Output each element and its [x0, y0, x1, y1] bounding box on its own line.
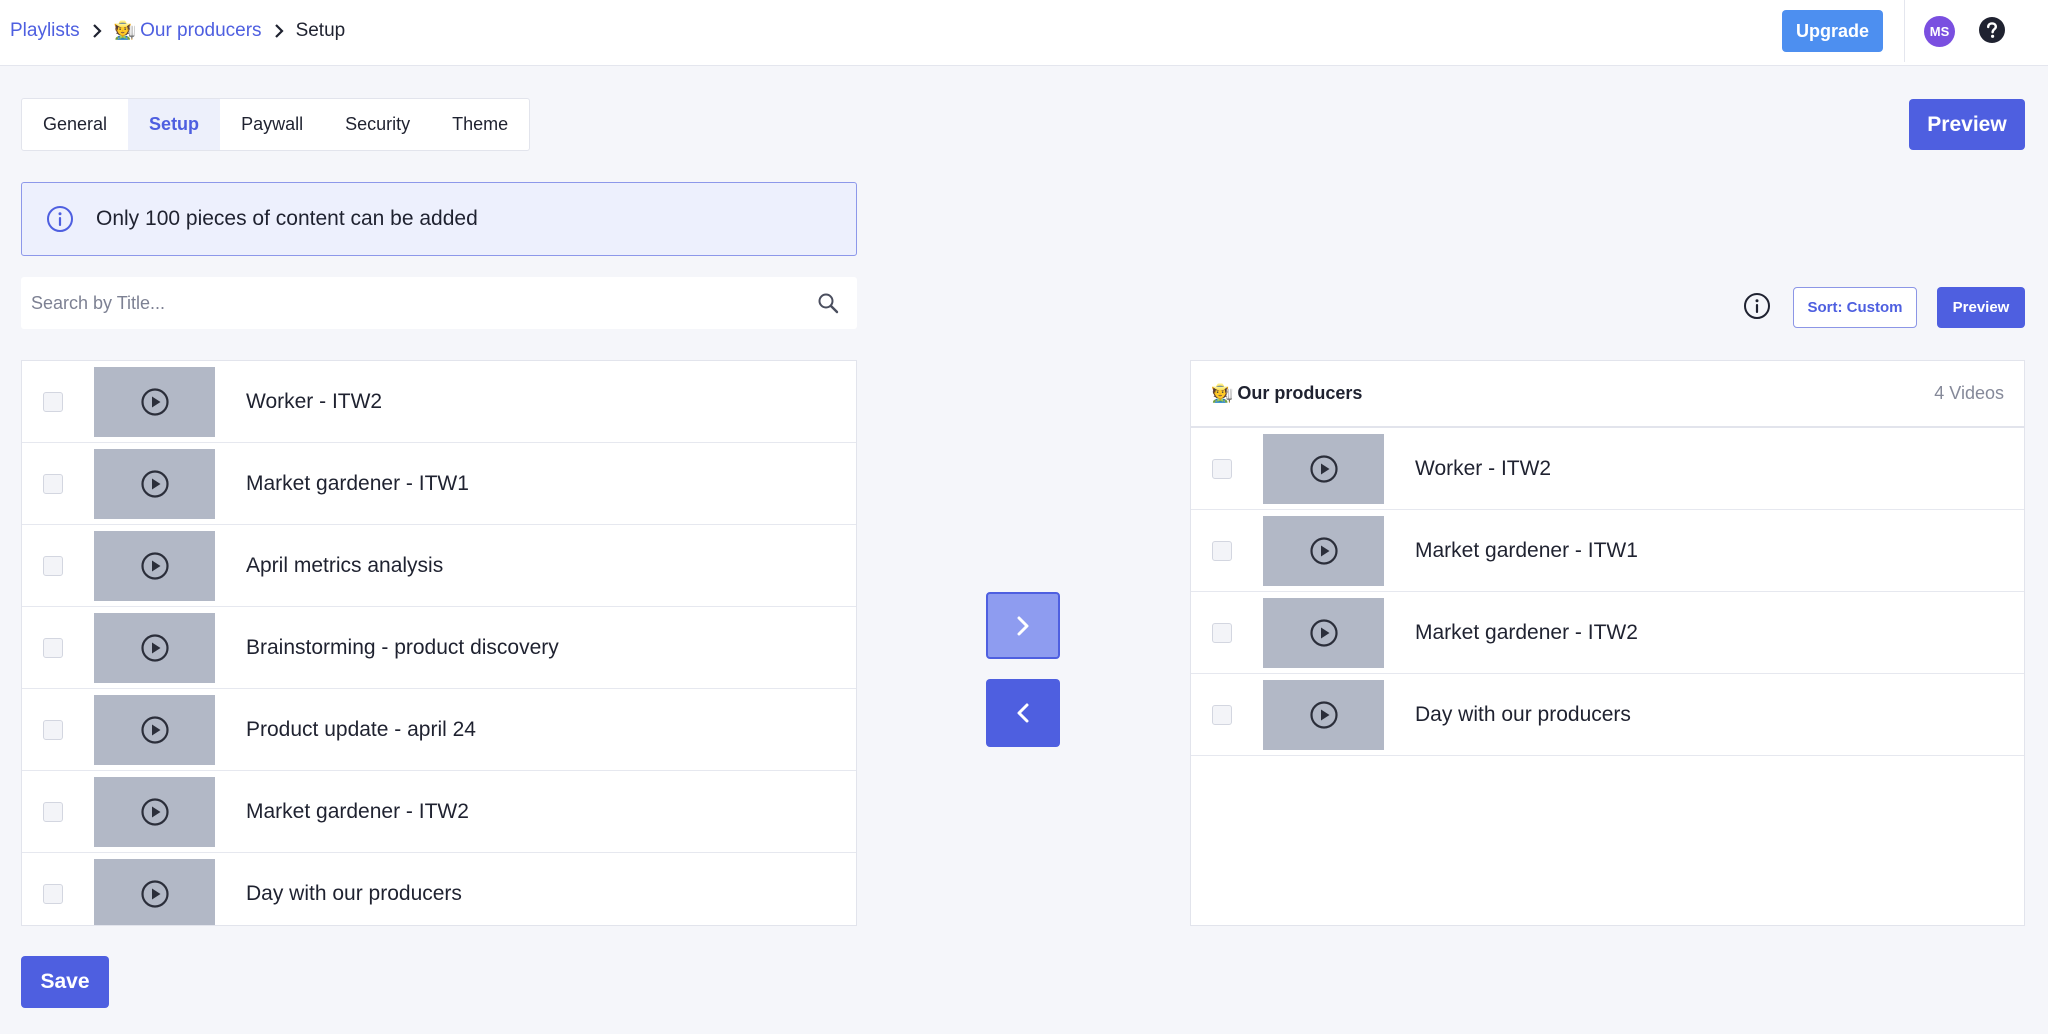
breadcrumb-playlist-link[interactable]: 🧑‍🌾 Our producers	[114, 20, 262, 42]
tab-theme[interactable]: Theme	[431, 99, 529, 150]
item-checkbox[interactable]	[43, 391, 63, 412]
playlist-item[interactable]: Worker - ITW2	[1191, 428, 2024, 510]
breadcrumb-playlists-link[interactable]: Playlists	[10, 20, 80, 42]
item-checkbox[interactable]	[43, 719, 63, 740]
top-bar: Playlists 🧑‍🌾 Our producers Setup Upgrade…	[0, 0, 2048, 66]
sort-button[interactable]: Sort: Custom	[1793, 287, 1917, 328]
play-circle-icon	[140, 715, 169, 744]
playlist-title: 🧑‍🌾 Our producers	[1211, 383, 1362, 404]
item-checkbox[interactable]	[43, 801, 63, 822]
video-thumbnail	[1263, 433, 1384, 504]
item-checkbox[interactable]	[43, 883, 63, 904]
item-title: Worker - ITW2	[246, 389, 383, 413]
info-banner: Only 100 pieces of content can be added	[21, 182, 857, 256]
tab-security[interactable]: Security	[324, 99, 431, 150]
video-thumbnail	[94, 612, 215, 683]
playlist-header: 🧑‍🌾 Our producers 4 Videos	[1191, 361, 2024, 428]
play-circle-icon	[140, 879, 169, 908]
breadcrumb-current: Setup	[295, 20, 346, 41]
available-content-list: Worker - ITW2 Market gardener - ITW1 Apr…	[21, 360, 857, 926]
item-title: Market gardener - ITW1	[1415, 538, 1638, 562]
info-icon	[47, 206, 73, 232]
play-circle-icon	[140, 551, 169, 580]
settings-tabs: General Setup Paywall Security Theme	[21, 98, 531, 151]
breadcrumb-playlist-label: Our producers	[140, 20, 262, 41]
item-title: Market gardener - ITW2	[1415, 620, 1638, 644]
playlist-video-count: 4 Videos	[1934, 383, 2004, 403]
remove-from-playlist-button[interactable]	[986, 679, 1060, 747]
chevron-left-icon	[1017, 703, 1029, 723]
avatar[interactable]: MS	[1924, 16, 1955, 47]
play-circle-icon	[1309, 454, 1338, 483]
playlist-preview-button[interactable]: Preview	[1937, 287, 2025, 328]
save-button[interactable]: Save	[21, 956, 109, 1008]
playlist-panel: 🧑‍🌾 Our producers 4 Videos Worker - ITW2 …	[1190, 360, 2025, 926]
playlist-title-label: Our producers	[1237, 383, 1363, 403]
info-icon[interactable]	[1743, 292, 1771, 320]
video-thumbnail	[94, 366, 215, 437]
item-checkbox[interactable]	[43, 555, 63, 576]
item-title: Market gardener - ITW2	[246, 799, 469, 823]
chevron-right-icon	[91, 23, 103, 39]
tab-paywall[interactable]: Paywall	[220, 99, 324, 150]
farmer-emoji-icon: 🧑‍🌾	[1211, 383, 1234, 403]
video-thumbnail	[1263, 597, 1384, 668]
item-title: Day with our producers	[246, 881, 462, 905]
search-input[interactable]	[21, 277, 817, 329]
list-item[interactable]: Day with our producers	[22, 853, 856, 925]
play-circle-icon	[1309, 618, 1338, 647]
video-thumbnail	[94, 858, 215, 925]
playlist-item[interactable]: Day with our producers	[1191, 674, 2024, 756]
tab-general[interactable]: General	[22, 99, 128, 150]
item-checkbox[interactable]	[1212, 704, 1232, 725]
list-item[interactable]: Worker - ITW2	[22, 361, 856, 443]
item-title: Brainstorming - product discovery	[246, 635, 559, 659]
add-to-playlist-button[interactable]	[986, 592, 1060, 659]
info-banner-text: Only 100 pieces of content can be added	[96, 207, 478, 230]
item-title: April metrics analysis	[246, 553, 444, 577]
tab-setup[interactable]: Setup	[128, 99, 221, 150]
play-circle-icon	[1309, 700, 1338, 729]
video-thumbnail	[94, 448, 215, 519]
help-circle-icon[interactable]	[1978, 16, 2006, 44]
list-item[interactable]: Market gardener - ITW1	[22, 443, 856, 525]
search-bar	[21, 277, 857, 329]
play-circle-icon	[140, 797, 169, 826]
video-thumbnail	[1263, 515, 1384, 586]
play-circle-icon	[140, 387, 169, 416]
item-checkbox[interactable]	[1212, 458, 1232, 479]
item-title: Product update - april 24	[246, 717, 476, 741]
video-thumbnail	[94, 694, 215, 765]
list-item[interactable]: Product update - april 24	[22, 689, 856, 771]
breadcrumb: Playlists 🧑‍🌾 Our producers Setup	[10, 0, 345, 62]
list-item[interactable]: Brainstorming - product discovery	[22, 607, 856, 689]
item-checkbox[interactable]	[43, 473, 63, 494]
item-checkbox[interactable]	[1212, 622, 1232, 643]
playlist-item[interactable]: Market gardener - ITW1	[1191, 510, 2024, 592]
play-circle-icon	[1309, 536, 1338, 565]
search-icon[interactable]	[817, 292, 839, 314]
chevron-right-icon	[273, 23, 285, 39]
header-divider	[1904, 0, 1905, 62]
item-title: Worker - ITW2	[1415, 456, 1552, 480]
play-circle-icon	[140, 469, 169, 498]
chevron-right-icon	[1017, 616, 1029, 635]
preview-button[interactable]: Preview	[1909, 99, 2025, 150]
list-item[interactable]: Market gardener - ITW2	[22, 771, 856, 853]
item-title: Day with our producers	[1415, 702, 1631, 726]
farmer-emoji-icon: 🧑‍🌾	[113, 20, 137, 40]
video-thumbnail	[1263, 679, 1384, 750]
video-thumbnail	[94, 776, 215, 847]
item-checkbox[interactable]	[1212, 540, 1232, 561]
play-circle-icon	[140, 633, 169, 662]
upgrade-button[interactable]: Upgrade	[1782, 10, 1883, 52]
playlist-item[interactable]: Market gardener - ITW2	[1191, 592, 2024, 674]
item-title: Market gardener - ITW1	[246, 471, 469, 495]
list-item[interactable]: April metrics analysis	[22, 525, 856, 607]
video-thumbnail	[94, 530, 215, 601]
item-checkbox[interactable]	[43, 637, 63, 658]
